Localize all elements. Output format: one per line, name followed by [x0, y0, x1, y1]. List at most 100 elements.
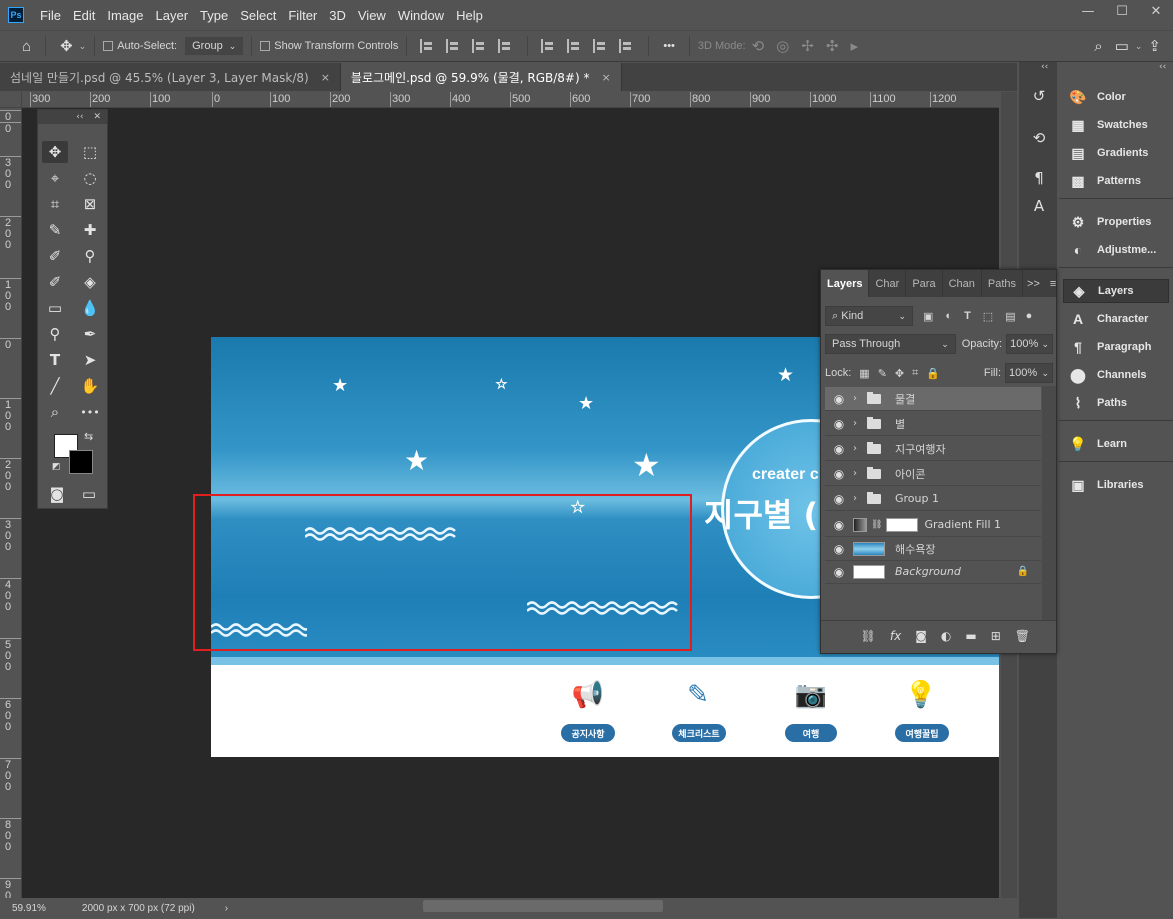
history-icon[interactable]: ↺: [1029, 87, 1049, 107]
eyedropper-tool-icon[interactable]: ✎: [42, 219, 68, 241]
dock-item-channels[interactable]: ⬤ Channels: [1063, 363, 1169, 387]
eye-icon[interactable]: ◉: [825, 442, 853, 456]
menu-edit[interactable]: Edit: [67, 8, 101, 23]
tab-paragraph[interactable]: Para: [906, 270, 943, 297]
share-icon[interactable]: ⇪: [1148, 37, 1161, 55]
align-right-icon[interactable]: [472, 39, 488, 53]
hand-tool-icon[interactable]: ✋: [77, 375, 103, 397]
align-left-icon[interactable]: [420, 39, 436, 53]
close-window-button[interactable]: ✕: [1139, 0, 1173, 22]
zoom-level[interactable]: 59.91%: [12, 903, 46, 914]
layer-row[interactable]: ◉ ⛓ Gradient Fill 1: [825, 513, 1041, 537]
chevron-down-icon[interactable]: ⌄: [79, 41, 87, 52]
zoom-tool-icon[interactable]: ⌕: [42, 401, 68, 423]
brush-tool-icon[interactable]: ✐: [42, 245, 68, 267]
eye-icon[interactable]: ◉: [825, 492, 853, 506]
eye-icon[interactable]: ◉: [825, 542, 853, 556]
eye-icon[interactable]: ◉: [825, 518, 853, 532]
layer-row[interactable]: ◉ 해수욕장: [825, 537, 1041, 561]
align-top-icon[interactable]: [541, 39, 557, 53]
status-menu-icon[interactable]: ›: [225, 903, 228, 914]
dodge-tool-icon[interactable]: ⚲: [42, 323, 68, 345]
default-colors-icon[interactable]: ◩: [52, 462, 61, 472]
collapse-icon[interactable]: ‹‹: [76, 112, 83, 122]
chevron-right-icon[interactable]: ›: [853, 393, 867, 404]
minimize-button[interactable]: —: [1071, 0, 1105, 22]
filter-pixel-icon[interactable]: ▣: [923, 310, 933, 323]
chevron-right-icon[interactable]: ›: [853, 468, 867, 479]
kind-filter-dropdown[interactable]: ⌕ Kind ⌄: [825, 306, 913, 326]
healing-tool-icon[interactable]: ✚: [77, 219, 103, 241]
filter-smart-object-icon[interactable]: ▤: [1005, 310, 1015, 323]
workspace-icon[interactable]: ▭: [1115, 37, 1129, 55]
tab-character[interactable]: Char: [869, 270, 907, 297]
history-brush-tool-icon[interactable]: ✐: [42, 271, 68, 293]
screen-mode-icon[interactable]: ▭: [76, 483, 102, 505]
fill-input[interactable]: 100% ⌄: [1005, 363, 1053, 383]
menu-window[interactable]: Window: [392, 8, 450, 23]
background-color-swatch[interactable]: [69, 450, 93, 474]
chevron-right-icon[interactable]: ›: [853, 493, 867, 504]
add-mask-icon[interactable]: ◙: [915, 629, 927, 643]
scale-3d-icon[interactable]: ▸: [850, 37, 858, 55]
filter-shape-icon[interactable]: ⬚: [983, 310, 993, 323]
panel-menu-icon[interactable]: ≡: [1044, 278, 1062, 290]
dock-item-paragraph[interactable]: ¶ Paragraph: [1063, 335, 1169, 359]
distribute-vertical-icon[interactable]: [619, 39, 635, 53]
maximize-button[interactable]: ☐: [1105, 0, 1139, 22]
pen-tool-icon[interactable]: ✒: [77, 323, 103, 345]
more-options-icon[interactable]: •••: [663, 40, 675, 52]
dock-item-properties[interactable]: ⚙ Properties: [1063, 210, 1169, 234]
crop-tool-icon[interactable]: ⌗: [42, 193, 68, 215]
layer-row[interactable]: ◉ Background 🔒: [825, 560, 1041, 584]
eye-icon[interactable]: ◉: [825, 565, 853, 579]
layer-row[interactable]: ◉ › 별: [825, 412, 1041, 436]
gradient-tool-icon[interactable]: ▭: [42, 297, 68, 319]
close-tab-icon[interactable]: ×: [321, 71, 330, 84]
menu-layer[interactable]: Layer: [150, 8, 195, 23]
ruler-origin[interactable]: [0, 92, 22, 108]
stamp-tool-icon[interactable]: ⚲: [77, 245, 103, 267]
dock-item-paths[interactable]: ⌇ Paths: [1063, 391, 1169, 415]
dock-item-character[interactable]: A Character: [1063, 307, 1169, 331]
auto-select-checkbox[interactable]: [103, 41, 114, 51]
chevron-right-icon[interactable]: ›: [853, 418, 867, 429]
chevron-down-icon[interactable]: ⌄: [1135, 41, 1143, 52]
layer-row[interactable]: ◉ › 물결: [825, 387, 1041, 411]
align-center-icon[interactable]: [446, 39, 462, 53]
type-tool-icon[interactable]: T: [42, 349, 68, 371]
opacity-input[interactable]: 100% ⌄: [1006, 334, 1053, 354]
frame-tool-icon[interactable]: ⊠: [77, 193, 103, 215]
character-style-icon[interactable]: A: [1029, 197, 1049, 217]
menu-type[interactable]: Type: [194, 8, 234, 23]
chevron-down-icon[interactable]: ⌄: [1041, 368, 1049, 379]
menu-view[interactable]: View: [352, 8, 392, 23]
dock-item-gradients[interactable]: ▤ Gradients: [1063, 141, 1169, 165]
tab-blog-main-doc[interactable]: 블로그메인.psd @ 59.9% (물결, RGB/8#) * ×: [340, 63, 622, 91]
collapse-icon[interactable]: ‹‹: [1159, 62, 1166, 72]
roll-3d-icon[interactable]: ◎: [776, 37, 789, 55]
blend-mode-dropdown[interactable]: Pass Through ⌄: [825, 334, 956, 354]
lock-pixels-icon[interactable]: ✎: [878, 367, 887, 380]
layers-scrollbar[interactable]: [1042, 386, 1056, 620]
menu-filter[interactable]: Filter: [282, 8, 323, 23]
layer-row[interactable]: ◉ › 아이콘: [825, 462, 1041, 486]
horizontal-scroll-thumb[interactable]: [423, 900, 663, 912]
eye-icon[interactable]: ◉: [825, 392, 853, 406]
move-tool-icon[interactable]: ✥: [42, 141, 68, 163]
lasso-tool-icon[interactable]: ⌖: [42, 167, 68, 189]
blur-tool-icon[interactable]: 💧: [77, 297, 103, 319]
chevron-right-icon[interactable]: ›: [853, 443, 867, 454]
dock-item-layers[interactable]: ◈ Layers: [1063, 279, 1169, 303]
menu-file[interactable]: File: [34, 8, 67, 23]
dock-item-adjustme[interactable]: ◐ Adjustme...: [1063, 238, 1169, 262]
dock-item-swatches[interactable]: ▦ Swatches: [1063, 113, 1169, 137]
menu-help[interactable]: Help: [450, 8, 489, 23]
auto-select-dropdown[interactable]: Group ⌄: [185, 37, 244, 55]
filter-type-icon[interactable]: T: [964, 310, 971, 322]
tab-thumbnail-doc[interactable]: 섬네일 만들기.psd @ 45.5% (Layer 3, Layer Mask…: [0, 63, 341, 91]
tools-panel-header[interactable]: ‹‹ ✕: [38, 110, 107, 124]
path-select-tool-icon[interactable]: ➤: [77, 349, 103, 371]
layer-row[interactable]: ◉ › Group 1: [825, 487, 1041, 511]
show-transform-checkbox[interactable]: [260, 41, 271, 51]
